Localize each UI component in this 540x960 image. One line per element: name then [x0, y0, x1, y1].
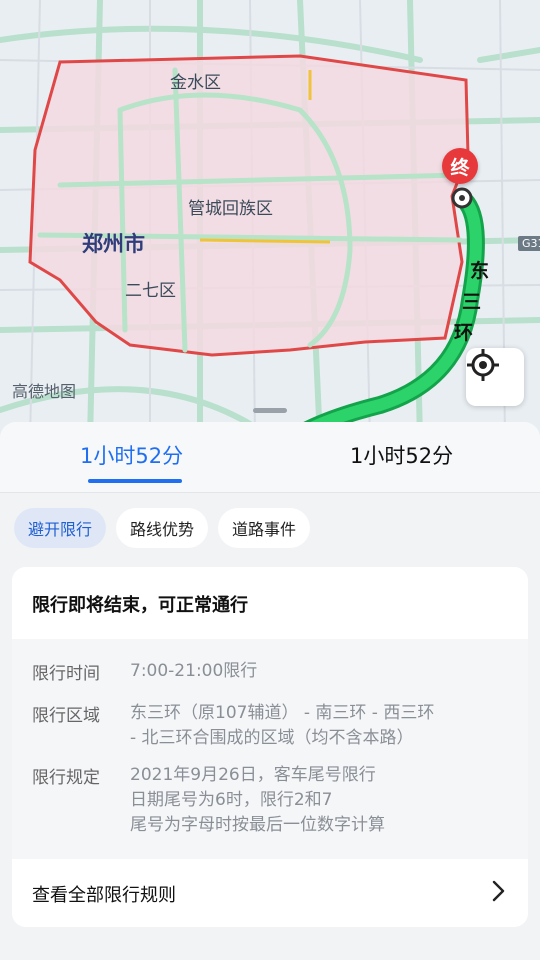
- active-tab-indicator: [88, 479, 182, 483]
- restriction-time-row: 限行时间 7:00-21:00限行: [32, 659, 510, 684]
- map-view[interactable]: 金水区 管城回族区 二七区 郑州市 东 三 环 G31 终 高德地图: [0, 0, 540, 440]
- map-canvas: [0, 0, 540, 440]
- highway-badge: G31: [518, 236, 540, 251]
- district-label-guancheng: 管城回族区: [188, 199, 273, 219]
- restriction-rule-line: 日期尾号为6时，限行2和7: [130, 790, 333, 810]
- restriction-notice: 限行即将结束，可正常通行: [12, 567, 528, 639]
- restriction-area-row: 限行区域 东三环（原107辅道） - 南三环 - 西三环 - 北三环合围成的区域…: [32, 701, 510, 751]
- road-label-char: 三: [462, 291, 482, 313]
- restriction-area-label: 限行区域: [32, 706, 100, 726]
- restriction-area-value: 东三环（原107辅道） - 南三环 - 西三环 - 北三环合围成的区域（均不含本…: [130, 701, 510, 751]
- district-label-jinshui: 金水区: [170, 73, 221, 93]
- route-tabs: 1小时52分 1小时52分: [0, 422, 540, 493]
- restriction-details: 限行时间 7:00-21:00限行 限行区域 东三环（原107辅道） - 南三环…: [12, 639, 528, 859]
- route-detail-sheet: 1小时52分 1小时52分 避开限行 路线优势 道路事件 限行即将结束，可正常通…: [0, 422, 540, 960]
- filter-chips: 避开限行 路线优势 道路事件: [14, 508, 311, 548]
- chevron-right-icon: [492, 880, 505, 902]
- restriction-area-line: - 北三环合围成的区域（均不含本路）: [130, 728, 414, 748]
- chip-avoid-restriction[interactable]: 避开限行: [14, 508, 107, 548]
- chip-route-advantage[interactable]: 路线优势: [116, 508, 209, 548]
- restriction-notice-text: 限行即将结束，可正常通行: [32, 595, 248, 616]
- view-all-rules-link[interactable]: 查看全部限行规则: [12, 859, 528, 927]
- view-all-rules-text: 查看全部限行规则: [32, 885, 176, 906]
- locate-button[interactable]: [466, 348, 524, 406]
- road-label-char: 东: [470, 260, 490, 282]
- restriction-rule-label: 限行规定: [32, 768, 100, 788]
- restriction-area-line: 东三环（原107辅道） - 南三环 - 西三环: [130, 703, 435, 723]
- route-tab-2[interactable]: 1小时52分: [350, 440, 453, 470]
- restriction-rule-row: 限行规定 2021年9月26日，客车尾号限行 日期尾号为6时，限行2和7 尾号为…: [32, 763, 510, 838]
- restriction-time-label: 限行时间: [32, 664, 100, 684]
- district-label-erqi: 二七区: [125, 281, 176, 301]
- restriction-rule-line: 2021年9月26日，客车尾号限行: [130, 765, 376, 785]
- restriction-rule-line: 尾号为字母时按最后一位数字计算: [130, 815, 385, 835]
- route-tab-1[interactable]: 1小时52分: [80, 440, 183, 470]
- city-label: 郑州市: [82, 232, 145, 256]
- restriction-rule-value: 2021年9月26日，客车尾号限行 日期尾号为6时，限行2和7 尾号为字母时按最…: [130, 763, 510, 838]
- restriction-card: 限行即将结束，可正常通行 限行时间 7:00-21:00限行 限行区域 东三环（…: [12, 567, 528, 927]
- chip-road-events[interactable]: 道路事件: [218, 508, 311, 548]
- restriction-time-value: 7:00-21:00限行: [130, 661, 258, 681]
- map-watermark: 高德地图: [12, 382, 77, 401]
- destination-pin[interactable]: 终: [442, 148, 478, 184]
- road-label-char: 环: [454, 322, 474, 344]
- sheet-drag-handle[interactable]: [253, 408, 287, 413]
- locate-icon: [467, 349, 499, 381]
